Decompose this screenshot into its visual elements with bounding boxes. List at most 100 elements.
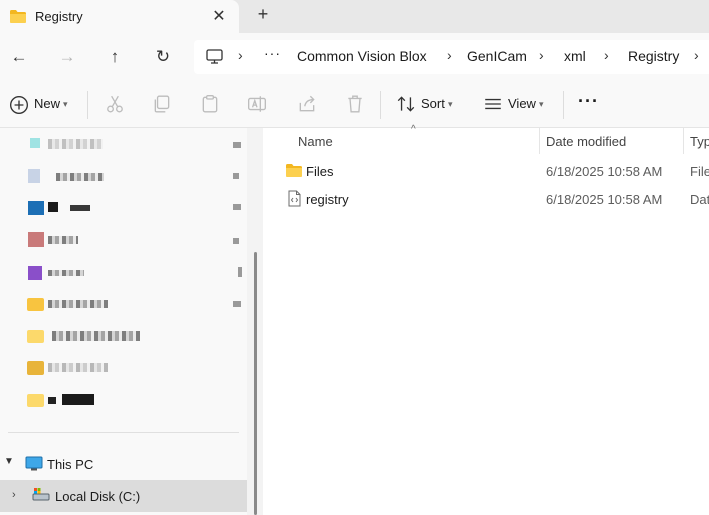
breadcrumb-item[interactable]: xml	[564, 48, 586, 64]
column-header-date-modified[interactable]: Date modified	[546, 134, 626, 149]
sort-button[interactable]: Sort	[421, 93, 445, 115]
chevron-down-icon[interactable]: ▼	[4, 456, 14, 467]
divider	[563, 91, 564, 119]
cut-icon[interactable]	[105, 94, 125, 114]
column-divider[interactable]	[683, 128, 684, 154]
chevron-down-icon[interactable]: ▾	[63, 93, 68, 115]
monitor-icon[interactable]	[206, 49, 223, 64]
tab-registry[interactable]: Registry ✕	[0, 0, 239, 34]
view-icon[interactable]	[483, 94, 503, 114]
app-icon	[28, 201, 44, 215]
pin-icon[interactable]	[233, 301, 241, 307]
nav-item-redacted[interactable]	[0, 161, 247, 191]
sort-indicator-icon: ^	[411, 124, 416, 135]
breadcrumb-separator[interactable]: ›	[539, 47, 544, 63]
file-type: File	[690, 164, 709, 179]
more-options-icon[interactable]: ···	[578, 90, 599, 112]
refresh-icon[interactable]: ↻	[151, 45, 175, 69]
pin-icon[interactable]	[233, 142, 241, 148]
breadcrumb-separator[interactable]: ›	[238, 47, 243, 63]
new-button[interactable]: New	[34, 93, 60, 115]
tab-bar: Registry ✕ +	[0, 0, 709, 34]
breadcrumb-separator[interactable]: ›	[694, 47, 699, 63]
navigation-pane: ▼ This PC › Local Disk (C:)	[0, 128, 247, 515]
file-icon	[28, 169, 40, 183]
back-icon[interactable]: ←	[7, 45, 31, 69]
nav-item-redacted[interactable]	[0, 353, 247, 383]
breadcrumb-item[interactable]: GenICam	[467, 48, 527, 64]
redacted-label	[56, 173, 104, 181]
paste-icon[interactable]	[200, 94, 220, 114]
table-row[interactable]: Files 6/18/2025 10:58 AM File	[263, 157, 709, 185]
nav-item-redacted[interactable]	[0, 385, 247, 415]
folder-icon	[10, 10, 26, 23]
pin-icon[interactable]	[233, 238, 239, 244]
redacted-label	[48, 397, 56, 404]
nav-item-redacted[interactable]	[0, 225, 247, 255]
divider	[87, 91, 88, 119]
redacted-label	[48, 139, 103, 149]
rename-icon[interactable]	[247, 94, 267, 114]
breadcrumb-separator[interactable]: ›	[604, 47, 609, 63]
forward-icon[interactable]: →	[55, 45, 79, 69]
pin-icon[interactable]	[233, 173, 239, 179]
sort-icon[interactable]	[396, 94, 416, 114]
folder-icon	[286, 164, 302, 177]
pin-icon[interactable]	[233, 204, 241, 210]
pin-icon[interactable]	[238, 267, 242, 277]
xml-file-icon	[288, 190, 301, 207]
chevron-down-icon[interactable]: ▾	[539, 93, 544, 115]
app-icon	[28, 232, 44, 247]
redacted-label	[70, 205, 90, 211]
file-date-modified: 6/18/2025 10:58 AM	[546, 164, 663, 179]
breadcrumb-separator[interactable]: ›	[447, 47, 452, 63]
new-plus-icon[interactable]	[9, 95, 29, 115]
breadcrumb-overflow-icon[interactable]: ···	[264, 45, 281, 61]
share-icon[interactable]	[297, 94, 317, 114]
divider	[8, 432, 239, 433]
view-button[interactable]: View	[508, 93, 536, 115]
folder-icon	[27, 330, 44, 343]
new-tab-icon[interactable]: +	[254, 4, 272, 25]
nav-scrollbar[interactable]	[254, 252, 257, 515]
copy-icon[interactable]	[152, 94, 172, 114]
file-type: Dat	[690, 192, 709, 207]
delete-icon[interactable]	[345, 94, 365, 114]
table-row[interactable]: registry 6/18/2025 10:58 AM Dat	[263, 185, 709, 213]
local-disk-label: Local Disk (C:)	[55, 489, 141, 504]
drive-icon	[32, 488, 50, 501]
file-name: Files	[306, 164, 334, 179]
nav-item-redacted[interactable]	[0, 129, 247, 159]
nav-item-this-pc[interactable]: ▼ This PC	[0, 449, 247, 479]
breadcrumb[interactable]: › ··· Common Vision Blox › GenICam › xml…	[194, 40, 709, 74]
folder-icon	[27, 298, 44, 311]
nav-item-redacted[interactable]	[0, 321, 247, 351]
column-divider[interactable]	[539, 128, 540, 154]
up-icon[interactable]: ↑	[103, 45, 127, 69]
column-header-type[interactable]: Typ	[690, 134, 709, 149]
breadcrumb-item[interactable]: Registry	[628, 48, 679, 64]
redacted-label	[48, 300, 108, 308]
nav-item-redacted[interactable]	[0, 193, 247, 223]
redacted-label	[52, 331, 140, 341]
file-date-modified: 6/18/2025 10:58 AM	[546, 192, 663, 207]
folder-icon	[27, 394, 44, 407]
computer-icon	[25, 456, 43, 471]
command-bar: New ▾ Sort ▾ View ▾ ···	[0, 81, 709, 128]
nav-item-local-disk[interactable]: › Local Disk (C:)	[0, 480, 247, 512]
breadcrumb-item[interactable]: Common Vision Blox	[297, 48, 427, 64]
close-tab-icon[interactable]: ✕	[211, 6, 227, 26]
nav-item-redacted[interactable]	[0, 289, 247, 319]
nav-item-redacted[interactable]	[0, 257, 247, 287]
this-pc-label: This PC	[47, 457, 94, 472]
address-row: ← → ↑ ↻ › ··· Common Vision Blox › GenIC…	[0, 33, 709, 81]
column-header-name[interactable]: Name	[298, 134, 333, 149]
redacted-label	[48, 236, 78, 244]
chevron-down-icon[interactable]: ▾	[448, 93, 453, 115]
folder-icon	[27, 361, 44, 375]
chevron-right-icon[interactable]: ›	[12, 489, 16, 501]
redacted-label	[48, 202, 58, 212]
tab-title: Registry	[35, 9, 83, 24]
redacted-label	[62, 394, 94, 405]
divider	[380, 91, 381, 119]
